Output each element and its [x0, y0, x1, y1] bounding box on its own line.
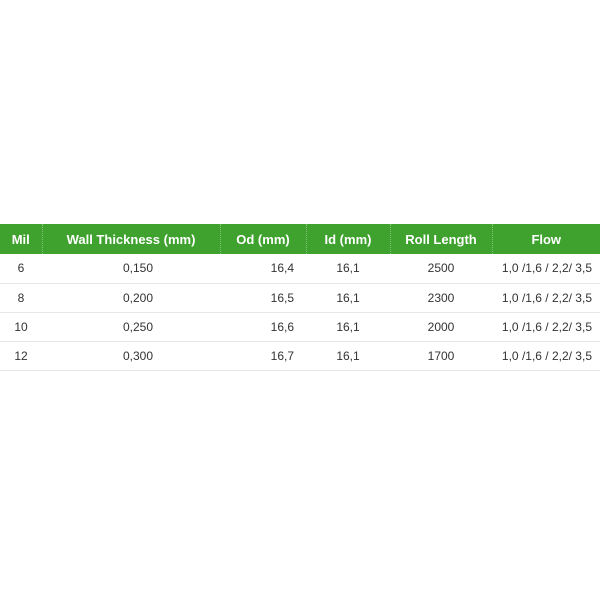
table-header: Mil Wall Thickness (mm) Od (mm) Id (mm) …	[0, 224, 600, 254]
table-row: 6 0,150 16,4 16,1 2500 1,0 /1,6 / 2,2/ 3…	[0, 254, 600, 283]
table-row: 8 0,200 16,5 16,1 2300 1,0 /1,6 / 2,2/ 3…	[0, 283, 600, 312]
cell-od: 16,7	[270, 348, 294, 363]
cell-wall-thickness: 0,300	[122, 348, 154, 363]
cell-roll-length: 1700	[427, 348, 455, 363]
cell-wall-thickness: 0,200	[122, 290, 154, 305]
cell-flow: 1,0 /1,6 / 2,2/ 3,5	[501, 319, 592, 334]
spec-table: Mil Wall Thickness (mm) Od (mm) Id (mm) …	[0, 224, 600, 371]
cell-id: 16,1	[336, 348, 360, 363]
header-row: Mil Wall Thickness (mm) Od (mm) Id (mm) …	[0, 224, 600, 254]
cell-flow: 1,0 /1,6 / 2,2/ 3,5	[501, 348, 592, 363]
header-roll-length: Roll Length	[390, 224, 493, 254]
table-body: 6 0,150 16,4 16,1 2500 1,0 /1,6 / 2,2/ 3…	[0, 254, 600, 370]
cell-mil: 6	[17, 261, 25, 276]
cell-mil: 10	[14, 319, 28, 334]
cell-wall-thickness: 0,150	[122, 261, 154, 276]
cell-wall-thickness: 0,250	[122, 319, 154, 334]
cell-id: 16,1	[336, 319, 360, 334]
header-wall-thickness: Wall Thickness (mm)	[42, 224, 221, 254]
spec-table-container: Mil Wall Thickness (mm) Od (mm) Id (mm) …	[0, 224, 600, 371]
header-flow: Flow	[531, 231, 562, 247]
header-id: Id (mm)	[306, 224, 391, 254]
header-mil: Mil	[0, 224, 43, 254]
cell-roll-length: 2000	[427, 319, 455, 334]
cell-roll-length: 2300	[427, 290, 455, 305]
header-od: Od (mm)	[220, 224, 307, 254]
cell-mil: 8	[17, 290, 25, 305]
cell-mil: 12	[14, 348, 28, 363]
cell-flow: 1,0 /1,6 / 2,2/ 3,5	[501, 261, 592, 276]
cell-id: 16,1	[336, 290, 360, 305]
cell-od: 16,4	[270, 261, 294, 276]
cell-od: 16,6	[270, 319, 294, 334]
cell-flow: 1,0 /1,6 / 2,2/ 3,5	[501, 290, 592, 305]
cell-od: 16,5	[270, 290, 294, 305]
table-row: 10 0,250 16,6 16,1 2000 1,0 /1,6 / 2,2/ …	[0, 312, 600, 341]
cell-roll-length: 2500	[427, 261, 455, 276]
cell-id: 16,1	[336, 261, 360, 276]
table-row: 12 0,300 16,7 16,1 1700 1,0 /1,6 / 2,2/ …	[0, 341, 600, 370]
